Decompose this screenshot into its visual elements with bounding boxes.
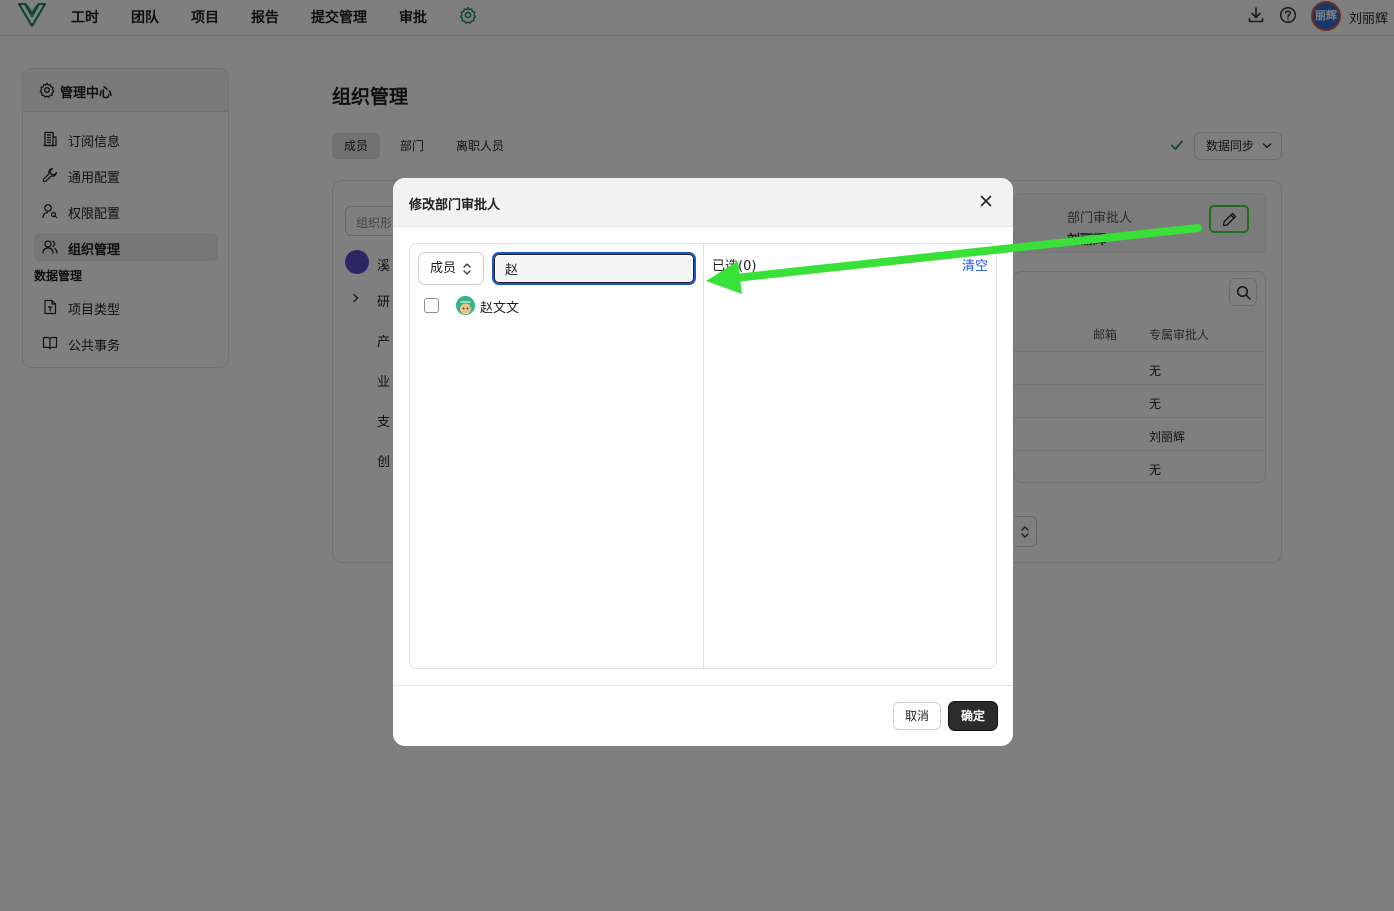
selected-count: 已选(0): [712, 259, 757, 274]
chevron-updown-icon: [463, 263, 471, 275]
picker-divider: [703, 244, 704, 668]
member-name: 赵文文: [480, 301, 520, 316]
member-checkbox[interactable]: [424, 298, 439, 313]
list-item[interactable]: 赵文文: [418, 294, 694, 318]
confirm-button[interactable]: 确定: [949, 702, 997, 730]
dialog-footer-divider: [393, 685, 1013, 686]
edit-approver-dialog: 修改部门审批人 成员 赵文文: [393, 178, 1013, 746]
dialog-header: 修改部门审批人: [393, 178, 1013, 227]
close-icon[interactable]: [978, 193, 994, 209]
dialog-title: 修改部门审批人: [409, 198, 501, 213]
member-avatar: [456, 296, 475, 315]
clear-selection-link[interactable]: 清空: [962, 255, 988, 274]
member-type-select[interactable]: 成员: [418, 252, 484, 285]
member-type-value: 成员: [430, 261, 457, 276]
member-search-input[interactable]: [492, 252, 696, 285]
avatar-face-icon: [456, 296, 475, 315]
cancel-button[interactable]: 取消: [893, 702, 941, 730]
member-picker: 成员 赵文文 已选(0) 清空: [409, 243, 997, 669]
